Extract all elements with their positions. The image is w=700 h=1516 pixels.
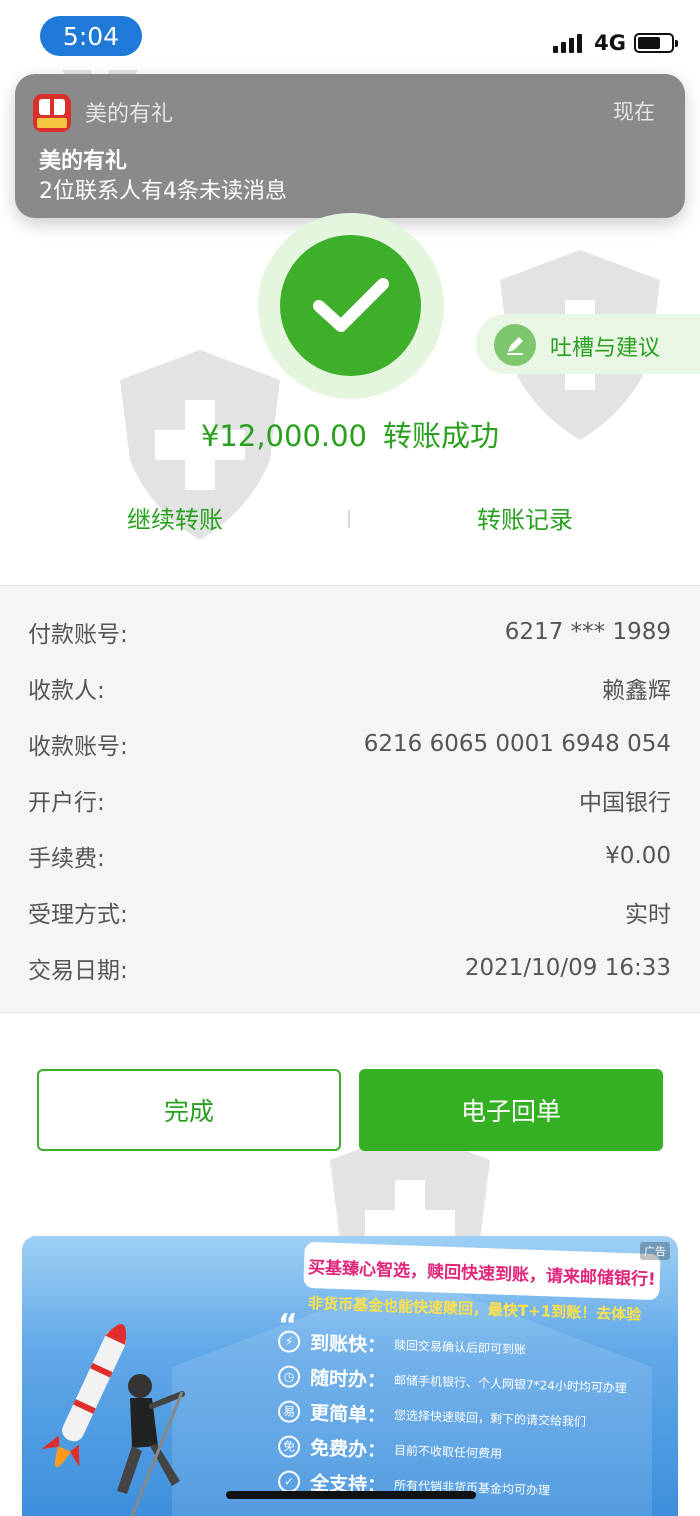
detail-value: 6217 *** 1989 <box>504 619 671 645</box>
ad-feature-title: 免费办： <box>309 1437 387 1462</box>
detail-value: 6216 6065 0001 6948 054 <box>363 731 671 757</box>
result-actions: 继续转账 转账记录 <box>0 500 700 540</box>
done-button[interactable]: 完成 <box>37 1069 341 1151</box>
detail-row: 收款人: 赖鑫辉 <box>28 668 671 708</box>
gift-app-icon <box>33 94 71 132</box>
status-time[interactable]: 5:04 <box>40 16 142 56</box>
detail-label: 手续费: <box>28 846 105 872</box>
detail-row: 收款账号: 6216 6065 0001 6948 054 <box>28 724 671 764</box>
battery-icon <box>634 33 678 53</box>
transfer-status: 转账成功 <box>383 419 500 453</box>
checkmark-icon <box>280 235 421 376</box>
transfer-result: ¥12,000.00 转账成功 <box>0 413 700 455</box>
status-bar: 5:04 4G <box>0 0 700 70</box>
easy-icon: 易 <box>277 1399 301 1423</box>
notification-body: 2位联系人有4条未读消息 <box>39 179 287 204</box>
ad-headline-box: 买基臻心智选，赎回快速到账，请来邮储银行! <box>303 1241 661 1301</box>
ad-feature-desc: 目前不收取任何费用 <box>393 1443 503 1462</box>
ad-feature-title: 到账快： <box>309 1332 387 1357</box>
detail-label: 收款账号: <box>28 734 128 760</box>
notification-banner[interactable]: 美的有礼 现在 美的有礼 2位联系人有4条未读消息 <box>15 74 685 218</box>
detail-label: 交易日期: <box>28 958 128 984</box>
status-indicators: 4G <box>553 30 678 56</box>
ad-tag: 广告 <box>640 1242 670 1260</box>
feedback-label: 吐槽与建议 <box>550 336 661 361</box>
detail-value: 赖鑫辉 <box>602 678 671 704</box>
network-type: 4G <box>594 31 626 55</box>
clock-icon: ◷ <box>277 1364 301 1388</box>
ad-feature-title: 随时办： <box>309 1367 387 1392</box>
detail-value: 2021/10/09 16:33 <box>464 955 671 981</box>
continue-transfer-link[interactable]: 继续转账 <box>0 500 350 535</box>
signal-icon <box>553 33 583 53</box>
detail-row: 受理方式: 实时 <box>28 892 671 932</box>
feedback-button[interactable]: 吐槽与建议 <box>476 314 700 374</box>
ad-banner[interactable]: 买基臻心智选，赎回快速到账，请来邮储银行! 广告 非货币基金也能快速赎回，最快T… <box>22 1236 678 1516</box>
detail-row: 开户行: 中国银行 <box>28 780 671 820</box>
e-receipt-button[interactable]: 电子回单 <box>359 1069 663 1151</box>
notification-app-name: 美的有礼 <box>85 102 174 127</box>
ad-headline: 买基臻心智选，赎回快速到账，请来邮储银行! <box>307 1257 657 1290</box>
detail-row: 付款账号: 6217 *** 1989 <box>28 612 671 652</box>
detail-row: 手续费: ¥0.00 <box>28 836 671 876</box>
pencil-icon <box>494 324 536 366</box>
free-icon: 免 <box>277 1434 301 1458</box>
ad-feature-list: ⚡ 到账快： 赎回交易确认后即可到账 ◷ 随时办： 邮储手机银行、个人网银7*2… <box>277 1329 668 1505</box>
detail-label: 受理方式: <box>28 902 128 928</box>
notification-time: 现在 <box>613 100 655 124</box>
lightning-icon: ⚡ <box>277 1329 301 1353</box>
rocket-rider-illustration <box>41 1324 185 1516</box>
detail-row: 交易日期: 2021/10/09 16:33 <box>28 948 671 988</box>
ad-feature-title: 更简单： <box>309 1402 387 1427</box>
detail-value: ¥0.00 <box>605 843 671 869</box>
home-indicator[interactable] <box>226 1491 476 1499</box>
thumbs-up-icon: ✓ <box>277 1469 301 1493</box>
detail-label: 收款人: <box>28 678 105 704</box>
detail-value: 中国银行 <box>579 790 671 816</box>
detail-label: 付款账号: <box>28 622 128 648</box>
detail-label: 开户行: <box>28 790 105 816</box>
transfer-amount: ¥12,000.00 <box>200 419 368 453</box>
ad-feature-desc: 赎回交易确认后即可到账 <box>393 1338 527 1357</box>
detail-value: 实时 <box>625 902 671 928</box>
transfer-records-link[interactable]: 转账记录 <box>350 500 700 535</box>
notification-title: 美的有礼 <box>39 149 128 174</box>
ad-feature-desc: 邮储手机银行、个人网银7*24小时均可办理 <box>393 1373 628 1396</box>
transfer-details: 付款账号: 6217 *** 1989 收款人: 赖鑫辉 收款账号: 6216 … <box>0 585 700 1013</box>
ad-feature-desc: 您选择快速赎回，剩下的请交给我们 <box>393 1408 587 1429</box>
